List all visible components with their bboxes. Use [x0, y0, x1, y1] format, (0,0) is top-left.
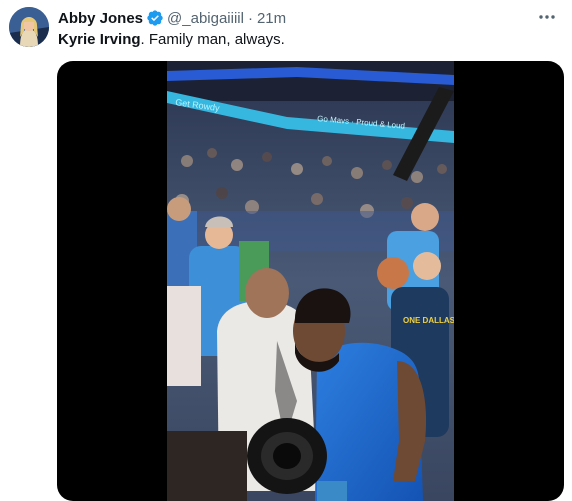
- author-name[interactable]: Abby Jones: [58, 10, 143, 27]
- tweet-header: Abby Jones @_abigaiiiil · 21m: [58, 8, 286, 28]
- author-avatar[interactable]: [9, 7, 49, 47]
- verified-badge-icon: [147, 10, 163, 26]
- tweet-text-body: . Family man, always.: [140, 31, 285, 48]
- mention-link[interactable]: Kyrie Irving: [58, 31, 141, 48]
- author-handle[interactable]: @_abigaiiiil: [167, 10, 244, 27]
- tweet-card[interactable]: Abby Jones @_abigaiiiil · 21m Kyrie Irvi…: [0, 0, 572, 501]
- more-options-icon[interactable]: [536, 6, 558, 28]
- separator-dot: ·: [247, 9, 253, 27]
- video-player[interactable]: Get Rowdy Go Mavs · Proud & Loud ONE DAL…: [57, 61, 564, 501]
- tweet-timestamp[interactable]: 21m: [257, 10, 286, 27]
- tweet-text: Kyrie Irving. Family man, always.: [58, 30, 285, 50]
- fan-shirt-text: ONE DALLAS: [403, 316, 454, 325]
- video-frame: Get Rowdy Go Mavs · Proud & Loud ONE DAL…: [167, 61, 454, 501]
